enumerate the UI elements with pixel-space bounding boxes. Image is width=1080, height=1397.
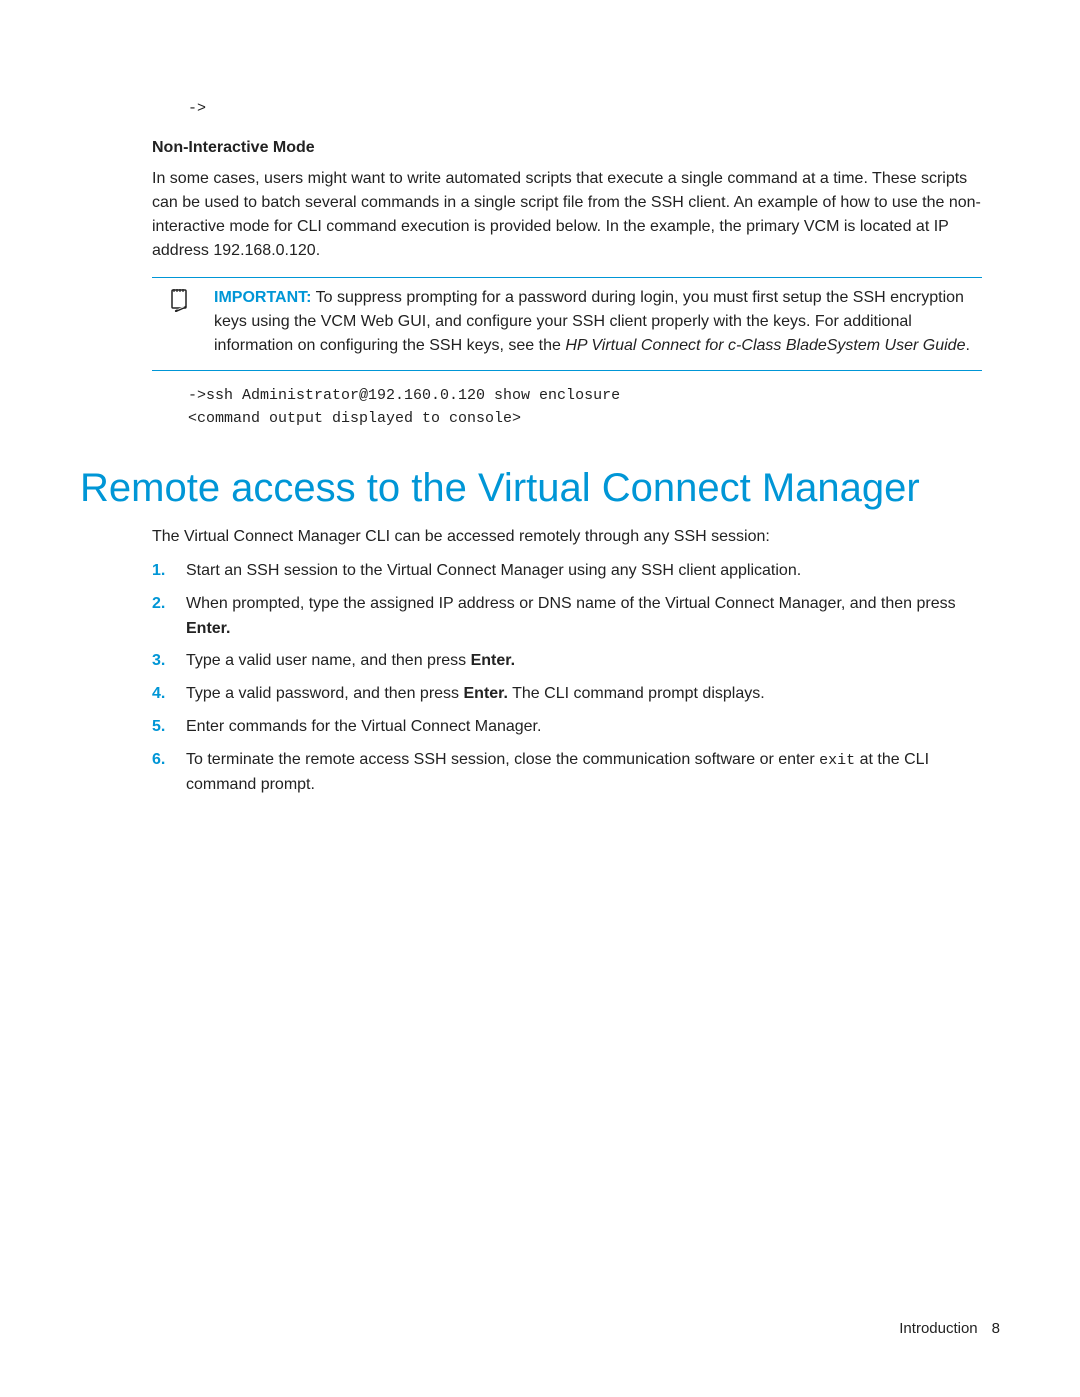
section-intro: The Virtual Connect Manager CLI can be a… [152,525,982,549]
paragraph-intro: In some cases, users might want to write… [152,167,982,263]
code-example: ->ssh Administrator@192.160.0.120 show e… [188,385,982,430]
step-text-bold: Enter. [471,652,515,669]
step-item: Enter commands for the Virtual Connect M… [152,715,982,740]
callout-body: IMPORTANT: To suppress prompting for a p… [214,286,982,358]
code-line-2: <command output displayed to console> [188,410,521,427]
page-footer: Introduction 8 [899,1320,1000,1337]
steps-list: Start an SSH session to the Virtual Conn… [152,559,982,797]
note-icon [152,286,214,358]
step-text-mono: exit [819,752,855,769]
code-line-1: ->ssh Administrator@192.160.0.120 show e… [188,387,620,404]
step-item: When prompted, type the assigned IP addr… [152,592,982,642]
step-text-bold: Enter. [186,620,230,637]
footer-page-number: 8 [992,1320,1000,1337]
important-callout: IMPORTANT: To suppress prompting for a p… [152,277,982,371]
callout-text-italic: HP Virtual Connect for c-Class BladeSyst… [565,337,965,354]
callout-text-end: . [965,337,969,354]
step-text: Enter commands for the Virtual Connect M… [186,718,541,735]
step-text-pre: Type a valid user name, and then press [186,652,471,669]
cli-prompt: -> [188,100,1000,117]
step-item: Type a valid user name, and then press E… [152,649,982,674]
step-text-pre: When prompted, type the assigned IP addr… [186,595,956,612]
footer-section-name: Introduction [899,1320,977,1337]
document-page: -> Non-Interactive Mode In some cases, u… [0,0,1080,1397]
step-item: Type a valid password, and then press En… [152,682,982,707]
step-text-bold: Enter. [464,685,508,702]
step-item: To terminate the remote access SSH sessi… [152,748,982,798]
subheading-non-interactive: Non-Interactive Mode [152,139,982,157]
step-text-post: The CLI command prompt displays. [508,685,765,702]
section-title-remote-access: Remote access to the Virtual Connect Man… [80,466,1000,511]
callout-label: IMPORTANT: [214,289,311,306]
step-text-pre: To terminate the remote access SSH sessi… [186,751,819,768]
step-item: Start an SSH session to the Virtual Conn… [152,559,982,584]
step-text: Start an SSH session to the Virtual Conn… [186,562,801,579]
step-text-pre: Type a valid password, and then press [186,685,464,702]
